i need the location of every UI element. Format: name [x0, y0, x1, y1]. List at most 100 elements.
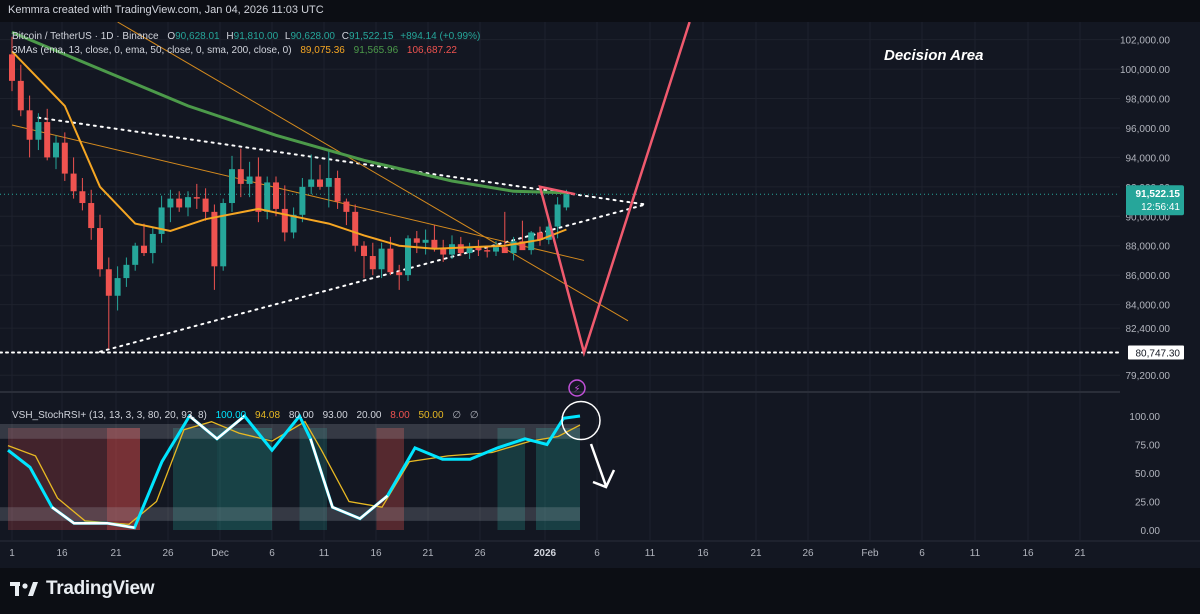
- candle-body: [308, 179, 315, 187]
- candle-body: [325, 178, 332, 187]
- time-tick-label: 11: [645, 548, 656, 559]
- support-price-label: 80,747.30: [1136, 348, 1181, 359]
- legend-symbol-line: Bitcoin / TetherUS · 1D · Binance O90,62…: [12, 31, 480, 42]
- candle-body: [563, 194, 570, 208]
- candle-body: [97, 228, 103, 270]
- candle-body: [554, 204, 561, 227]
- candle-body: [264, 182, 271, 212]
- candle-body: [17, 80, 24, 111]
- candle-body: [422, 239, 429, 243]
- candle-body: [105, 269, 112, 296]
- candle-body: [361, 245, 367, 257]
- price-tick-label: 88,000.00: [1126, 242, 1171, 253]
- time-tick-label: 21: [750, 548, 762, 559]
- legend-ma-line: 3MAs (ema, 13, close, 0, ema, 50, close,…: [12, 45, 457, 56]
- time-tick-label: 21: [422, 548, 434, 559]
- candle-body: [149, 233, 156, 254]
- osc-band: [0, 507, 580, 521]
- time-tick-label: 11: [970, 548, 981, 559]
- time-tick-label: 16: [697, 548, 709, 559]
- candle-body: [26, 110, 33, 140]
- time-tick-label: 6: [594, 548, 600, 559]
- candle-body: [440, 248, 447, 255]
- candle-body: [114, 278, 121, 296]
- candle-body: [61, 142, 68, 174]
- countdown-label: 12:56:41: [1141, 202, 1180, 213]
- candle-body: [70, 173, 77, 192]
- time-tick-label: 6: [919, 548, 925, 559]
- price-tick-label: 100,000.00: [1120, 65, 1170, 76]
- candle-body: [132, 245, 139, 265]
- candle-body: [141, 245, 147, 254]
- candle-body: [378, 248, 385, 270]
- candle-body: [88, 203, 95, 229]
- tradingview-logo[interactable]: TradingView: [10, 578, 155, 600]
- current-price-label: 91,522.15: [1136, 189, 1181, 200]
- candle-body: [220, 203, 227, 267]
- pane-divider: [0, 391, 1120, 393]
- time-tick-label: 26: [162, 548, 174, 559]
- price-tick-label: 82,400.00: [1126, 324, 1171, 335]
- time-tick-label: 6: [269, 548, 275, 559]
- price-tick-label: 86,000.00: [1126, 271, 1171, 282]
- candle-body: [281, 208, 288, 233]
- candle-body: [123, 264, 130, 279]
- candle-body: [484, 250, 491, 252]
- candle-body: [193, 197, 200, 199]
- time-tick-label: 16: [56, 548, 68, 559]
- candle-body: [9, 54, 15, 81]
- time-tick-label: Dec: [211, 548, 229, 559]
- osc-tick-label: 50.00: [1135, 469, 1160, 480]
- candle-body: [211, 211, 218, 267]
- osc-tick-label: 0.00: [1141, 526, 1161, 537]
- candle-body: [493, 247, 499, 252]
- candle-body: [413, 238, 420, 243]
- price-tick-label: 84,000.00: [1126, 301, 1171, 312]
- candle-body: [369, 256, 376, 270]
- candle-body: [185, 197, 191, 208]
- price-chart[interactable]: 102,000.00 100,000.00 98,000.00 96,000.00 94…: [0, 22, 1200, 568]
- price-tick-label: 79,200.00: [1126, 371, 1171, 382]
- candle-body: [176, 198, 183, 208]
- time-tick-label: 16: [370, 548, 382, 559]
- candle-body: [237, 169, 244, 184]
- candle-body: [79, 191, 86, 204]
- osc-tick-label: 75.00: [1135, 441, 1160, 452]
- legend-symbol: Bitcoin / TetherUS · 1D · Binance: [12, 31, 159, 42]
- svg-text:⚡: ⚡: [573, 384, 580, 395]
- time-tick-label: 26: [802, 548, 814, 559]
- candle-body: [343, 201, 350, 212]
- time-tick-label: 16: [1022, 548, 1034, 559]
- candle-body: [246, 176, 253, 184]
- price-tick-label: 96,000.00: [1126, 124, 1171, 135]
- candle-body: [202, 198, 209, 212]
- tradingview-brand: TradingView: [46, 578, 155, 599]
- price-tick-label: 98,000.00: [1126, 95, 1171, 106]
- osc-tick-label: 100.00: [1129, 412, 1160, 423]
- time-tick-label: 26: [474, 548, 486, 559]
- time-tick-label: 1: [9, 548, 15, 559]
- candle-body: [44, 122, 51, 158]
- candle-body: [352, 211, 359, 246]
- price-tick-label: 102,000.00: [1120, 36, 1170, 47]
- candle-body: [396, 272, 403, 276]
- candle-body: [35, 122, 42, 140]
- candle-body: [229, 169, 235, 204]
- candle-body: [387, 248, 394, 273]
- time-tick-label: 11: [319, 548, 330, 559]
- candle-body: [405, 238, 411, 276]
- tradingview-logo-icon: [10, 582, 38, 596]
- candle-body: [255, 176, 262, 212]
- candle-body: [299, 186, 306, 215]
- decision-area-label: Decision Area: [884, 47, 984, 64]
- candle-body: [317, 179, 323, 187]
- header-caption: Kemmra created with TradingView.com, Jan…: [8, 4, 324, 16]
- candle-body: [334, 178, 341, 202]
- time-tick-label: 2026: [534, 548, 557, 559]
- legend-osc-line: VSH_StochRSI+ (13, 13, 3, 3, 80, 20, 93,…: [12, 410, 479, 421]
- candle-body: [501, 247, 508, 254]
- candle-body: [449, 244, 455, 255]
- candle-body: [273, 182, 279, 209]
- header-bar: Kemmra created with TradingView.com, Jan…: [0, 0, 1200, 22]
- osc-tick-label: 25.00: [1135, 498, 1160, 509]
